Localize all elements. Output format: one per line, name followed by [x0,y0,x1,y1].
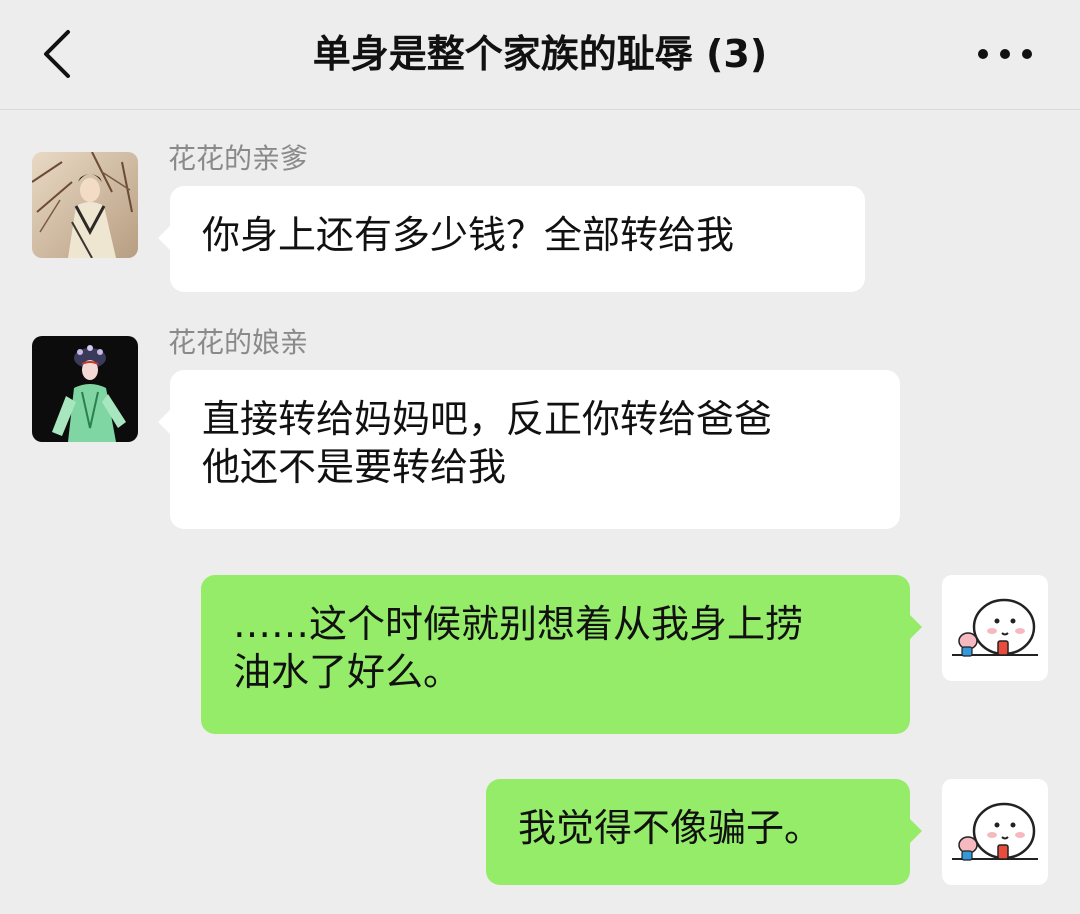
message-text-line: ……这个时候就别想着从我身上捞 [233,602,804,646]
cartoon-bun-avatar-icon [942,575,1048,681]
message-text-line: 直接转给妈妈吧，反正你转给爸爸 [202,397,773,441]
message-text: 你身上还有多少钱？全部转给我 [202,213,735,257]
avatar-mother[interactable] [32,336,138,442]
portrait-image [32,152,138,258]
message-list: 花花的亲爹 你身上还有多少钱？全部转给我 花花的娘亲 直接转给妈妈吧，反正你转给… [0,110,1080,914]
avatar-self[interactable] [942,779,1048,885]
message-bubble-outgoing[interactable]: 我觉得不像骗子。 [486,779,922,885]
avatar-father[interactable] [32,152,138,258]
chat-title: 单身是整个家族的耻辱 (3) [312,32,768,76]
message-text-line: 他还不是要转给我 [202,445,507,489]
cartoon-bun-avatar-icon [942,779,1048,885]
message-text-line: 油水了好么。 [233,650,462,694]
chevron-left-icon [44,30,70,78]
more-button[interactable] [970,28,1040,80]
opera-portrait-image [32,336,138,442]
message-bubble-incoming[interactable]: 直接转给妈妈吧，反正你转给爸爸 他还不是要转给我 [158,370,900,529]
more-dots-icon [978,49,1032,59]
back-button[interactable] [24,18,94,90]
message-text: 我觉得不像骗子。 [518,806,823,850]
message-bubble-outgoing[interactable]: ……这个时候就别想着从我身上捞 油水了好么。 [201,575,922,734]
avatar-self[interactable] [942,575,1048,681]
sender-name: 花花的亲爹 [168,142,309,175]
message-bubble-incoming[interactable]: 你身上还有多少钱？全部转给我 [158,186,865,292]
chat-header: 单身是整个家族的耻辱 (3) [0,0,1080,110]
sender-name: 花花的娘亲 [168,326,309,359]
